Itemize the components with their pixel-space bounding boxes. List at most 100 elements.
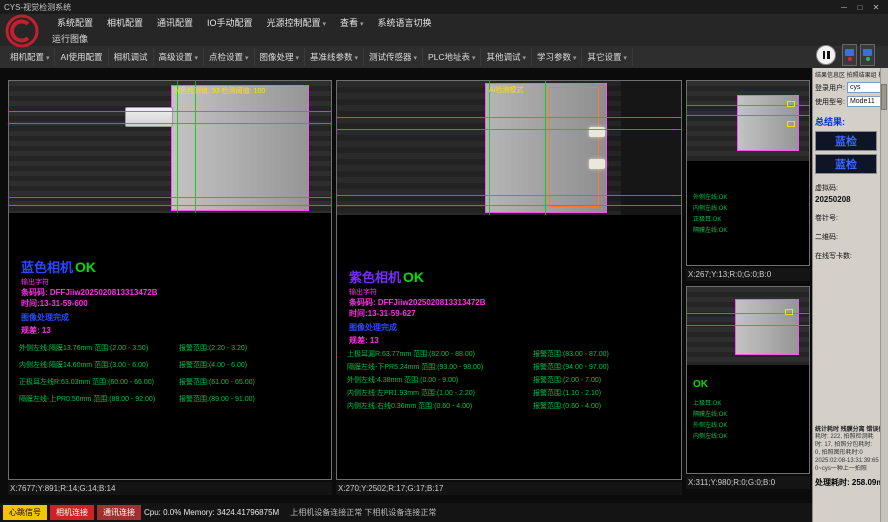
measure-value: 隔膜左线-下PR5.24mm 范围:(93.00 - 98.00) — [347, 362, 483, 372]
tab-other-debug[interactable]: 其他调试 — [481, 48, 531, 66]
overlay-line — [177, 81, 178, 213]
measurement-list: 外侧左线:隔膜13.76mm 范围:(2.00 - 3.50) 报警范围:(2.… — [9, 343, 331, 407]
stats-line: 2025:02:08-13:31:39:65 — [815, 457, 881, 465]
result-box-upper: 蓝检 — [815, 131, 877, 151]
menu-comm-config[interactable]: 通讯配置 — [150, 14, 200, 31]
alarm-range: 报警范围:(1.10 - 2.10) — [533, 388, 601, 398]
measurement-row: 隔膜左线-上PR0.56mm 范围:(88.00 - 92.00) 报警范围:(… — [9, 394, 331, 407]
measurement-row: 内侧左线:左PR1.93mm 范围:(1.00 - 2.20) 报警范围:(1.… — [337, 388, 681, 401]
tab-image-processing[interactable]: 图像处理 — [255, 48, 305, 66]
write-count-label: 在线写卡数: — [815, 251, 881, 261]
tab-spot-check-settings[interactable]: 点检设置 — [204, 48, 254, 66]
alarm-range: 报警范围:(94.00 - 97.00) — [533, 362, 609, 372]
qr-code-label: 二维码: — [815, 232, 881, 242]
result-status: OK — [401, 269, 424, 285]
overlay-line — [337, 129, 681, 130]
overlay-marker — [787, 121, 795, 127]
model-field[interactable]: Mode11 — [847, 96, 881, 107]
barcode-text: 条码码: DFFJiiw2025020813313472B — [21, 287, 158, 298]
lower-camera-toggle-button[interactable] — [860, 44, 875, 66]
overlay-line — [9, 197, 331, 198]
tab-learning-params[interactable]: 学习参数 — [532, 48, 582, 66]
mini-result-row: 隔膜左线:OK — [693, 226, 727, 237]
login-user-field[interactable]: cys — [847, 82, 881, 93]
maximize-button[interactable]: □ — [852, 1, 868, 13]
camera-icon — [845, 49, 854, 56]
overlay-line — [687, 115, 809, 116]
measurement-row: 隔膜左线-下PR5.24mm 范围:(93.00 - 98.00) 报警范围:(… — [337, 362, 681, 375]
camera-view-purple[interactable]: AI检测模式 紫色相机OK 输出字符 条码码: DFFJiiw202502081… — [336, 80, 682, 480]
mini-result-status: OK — [693, 379, 708, 390]
alarm-range: 报警范围:(83.00 - 87.00) — [533, 349, 609, 359]
alarm-range: 报警范围:(89.00 - 91.00) — [179, 394, 255, 404]
mini-result-row: 内侧左线:OK — [693, 432, 727, 443]
measure-value: 内侧左线:左PR1.93mm 范围:(1.00 - 2.20) — [347, 388, 475, 398]
output-label: 输出字符 — [349, 287, 486, 297]
process-done-label: 图像处理完成 — [21, 312, 158, 323]
stats-line: 耗时: 222, 拍照检测耗 — [815, 433, 881, 441]
gauge-text: 规差: 13 — [21, 325, 158, 336]
menu-language-switch[interactable]: 系统语言切换 — [371, 14, 439, 31]
measure-value: 隔膜左线-上PR0.56mm 范围:(88.00 - 92.00) — [19, 394, 155, 404]
minimize-button[interactable]: ─ — [836, 1, 852, 13]
overlay-note: AI检测模式 — [489, 85, 524, 95]
measure-value: 内侧左线:右线0.36mm 范围:(0.60 - 4.00) — [347, 401, 472, 411]
stats-line: 时: 17, 拍照分包耗时: — [815, 441, 881, 449]
small-camera-view-bottom[interactable]: OK 上极耳:OK 隔膜左线:OK 外侧左线:OK 内侧左线:OK — [686, 286, 810, 474]
camera-view-blue[interactable]: N色检测值: 93 检测阈值: 100 蓝色相机OK 输出字符 条码码: DFF… — [8, 80, 332, 480]
stats-header[interactable]: 统计耗时 残膜分离 错误信息 — [815, 424, 881, 433]
virtual-code-value: 20250208 — [815, 195, 881, 204]
toolbar: 相机配置 AI使用配置 相机调试 高级设置 点检设置 图像处理 基准线参数 测试… — [0, 46, 888, 68]
alarm-range: 报警范围:(4.00 - 6.00) — [179, 360, 247, 370]
pause-icon — [823, 51, 830, 59]
measurement-row: 正极耳左线R:63.03mm 范围:(60.00 - 66.00) 报警范围:(… — [9, 377, 331, 390]
tab-other-settings[interactable]: 其它设置 — [582, 48, 632, 66]
heartbeat-status-badge: 心跳信号 — [3, 505, 47, 520]
tab-camera-debug[interactable]: 相机调试 — [109, 48, 154, 66]
bright-spot — [589, 159, 605, 169]
measurement-row: 上极耳漏R:63.77mm 范围:(82.00 - 88.00) 报警范围:(8… — [337, 349, 681, 362]
upper-camera-toggle-button[interactable] — [842, 44, 857, 66]
result-status: OK — [73, 259, 96, 275]
status-led-icon — [866, 57, 870, 61]
stats-line: 0~cys一种上一拍照 — [815, 465, 881, 473]
status-bar: 心跳信号 相机连接 通讯连接 Cpu: 0.0% Memory: 3424.41… — [0, 503, 812, 522]
mini-result-row: 正极耳:OK — [693, 215, 727, 226]
overlay-line — [337, 117, 681, 118]
model-label: 使用型号: — [815, 97, 845, 107]
mini-result-row: 隔膜左线:OK — [693, 410, 727, 421]
small-camera-view-top[interactable]: 外侧左线:OK 内侧左线:OK 正极耳:OK 隔膜左线:OK — [686, 80, 810, 266]
tab-advanced-settings[interactable]: 高级设置 — [154, 48, 204, 66]
overlay-line — [545, 81, 546, 215]
total-result-label: 总结果: — [815, 115, 881, 128]
alarm-range: 报警范围:(61.00 - 65.00) — [179, 377, 255, 387]
tab-plc-address-table[interactable]: PLC地址表 — [423, 48, 482, 66]
comm-connection-badge: 通讯连接 — [97, 505, 141, 520]
time-text: 时间:13-31-59-627 — [349, 308, 486, 319]
tab-ai-usage-config[interactable]: AI使用配置 — [55, 48, 108, 66]
menu-system-config[interactable]: 系统配置 — [50, 14, 100, 31]
tab-baseline-params[interactable]: 基准线参数 — [305, 48, 364, 66]
menu-view[interactable]: 查看 — [333, 14, 370, 31]
tab-camera-config[interactable]: 相机配置 — [5, 48, 55, 66]
pause-button[interactable] — [816, 45, 836, 65]
connector-part — [125, 107, 173, 127]
menu-camera-config[interactable]: 相机配置 — [100, 14, 150, 31]
mini-result-list: 上极耳:OK 隔膜左线:OK 外侧左线:OK 内侧左线:OK — [693, 399, 727, 443]
result-block: 蓝色相机OK 输出字符 条码码: DFFJiiw2025020813313472… — [21, 257, 158, 336]
alarm-range: 报警范围:(2.00 - 7.00) — [533, 375, 601, 385]
close-button[interactable]: ✕ — [868, 1, 884, 13]
overlay-line — [337, 195, 681, 196]
scrollbar-thumb[interactable] — [881, 84, 887, 110]
menu-io-manual-config[interactable]: IO手动配置 — [200, 14, 260, 31]
cpu-memory-readout: Cpu: 0.0% Memory: 3424.41796875M — [144, 508, 279, 517]
window-title: CYS-视觉检测系统 — [4, 2, 71, 13]
menu-light-control-config[interactable]: 光源控制配置 — [260, 14, 333, 31]
overlay-marker — [785, 309, 793, 315]
sidebar-scrollbar[interactable] — [880, 68, 888, 522]
app-logo-icon — [4, 13, 40, 49]
tab-test-sensor[interactable]: 测试传感器 — [364, 48, 423, 66]
sidebar-group-tabs[interactable]: 结果信息区 拍照结果组 检测结果组 — [815, 68, 881, 79]
measure-value: 外侧左线:隔膜13.76mm 范围:(2.00 - 3.50) — [19, 343, 148, 353]
ai-roi-box — [549, 87, 599, 207]
